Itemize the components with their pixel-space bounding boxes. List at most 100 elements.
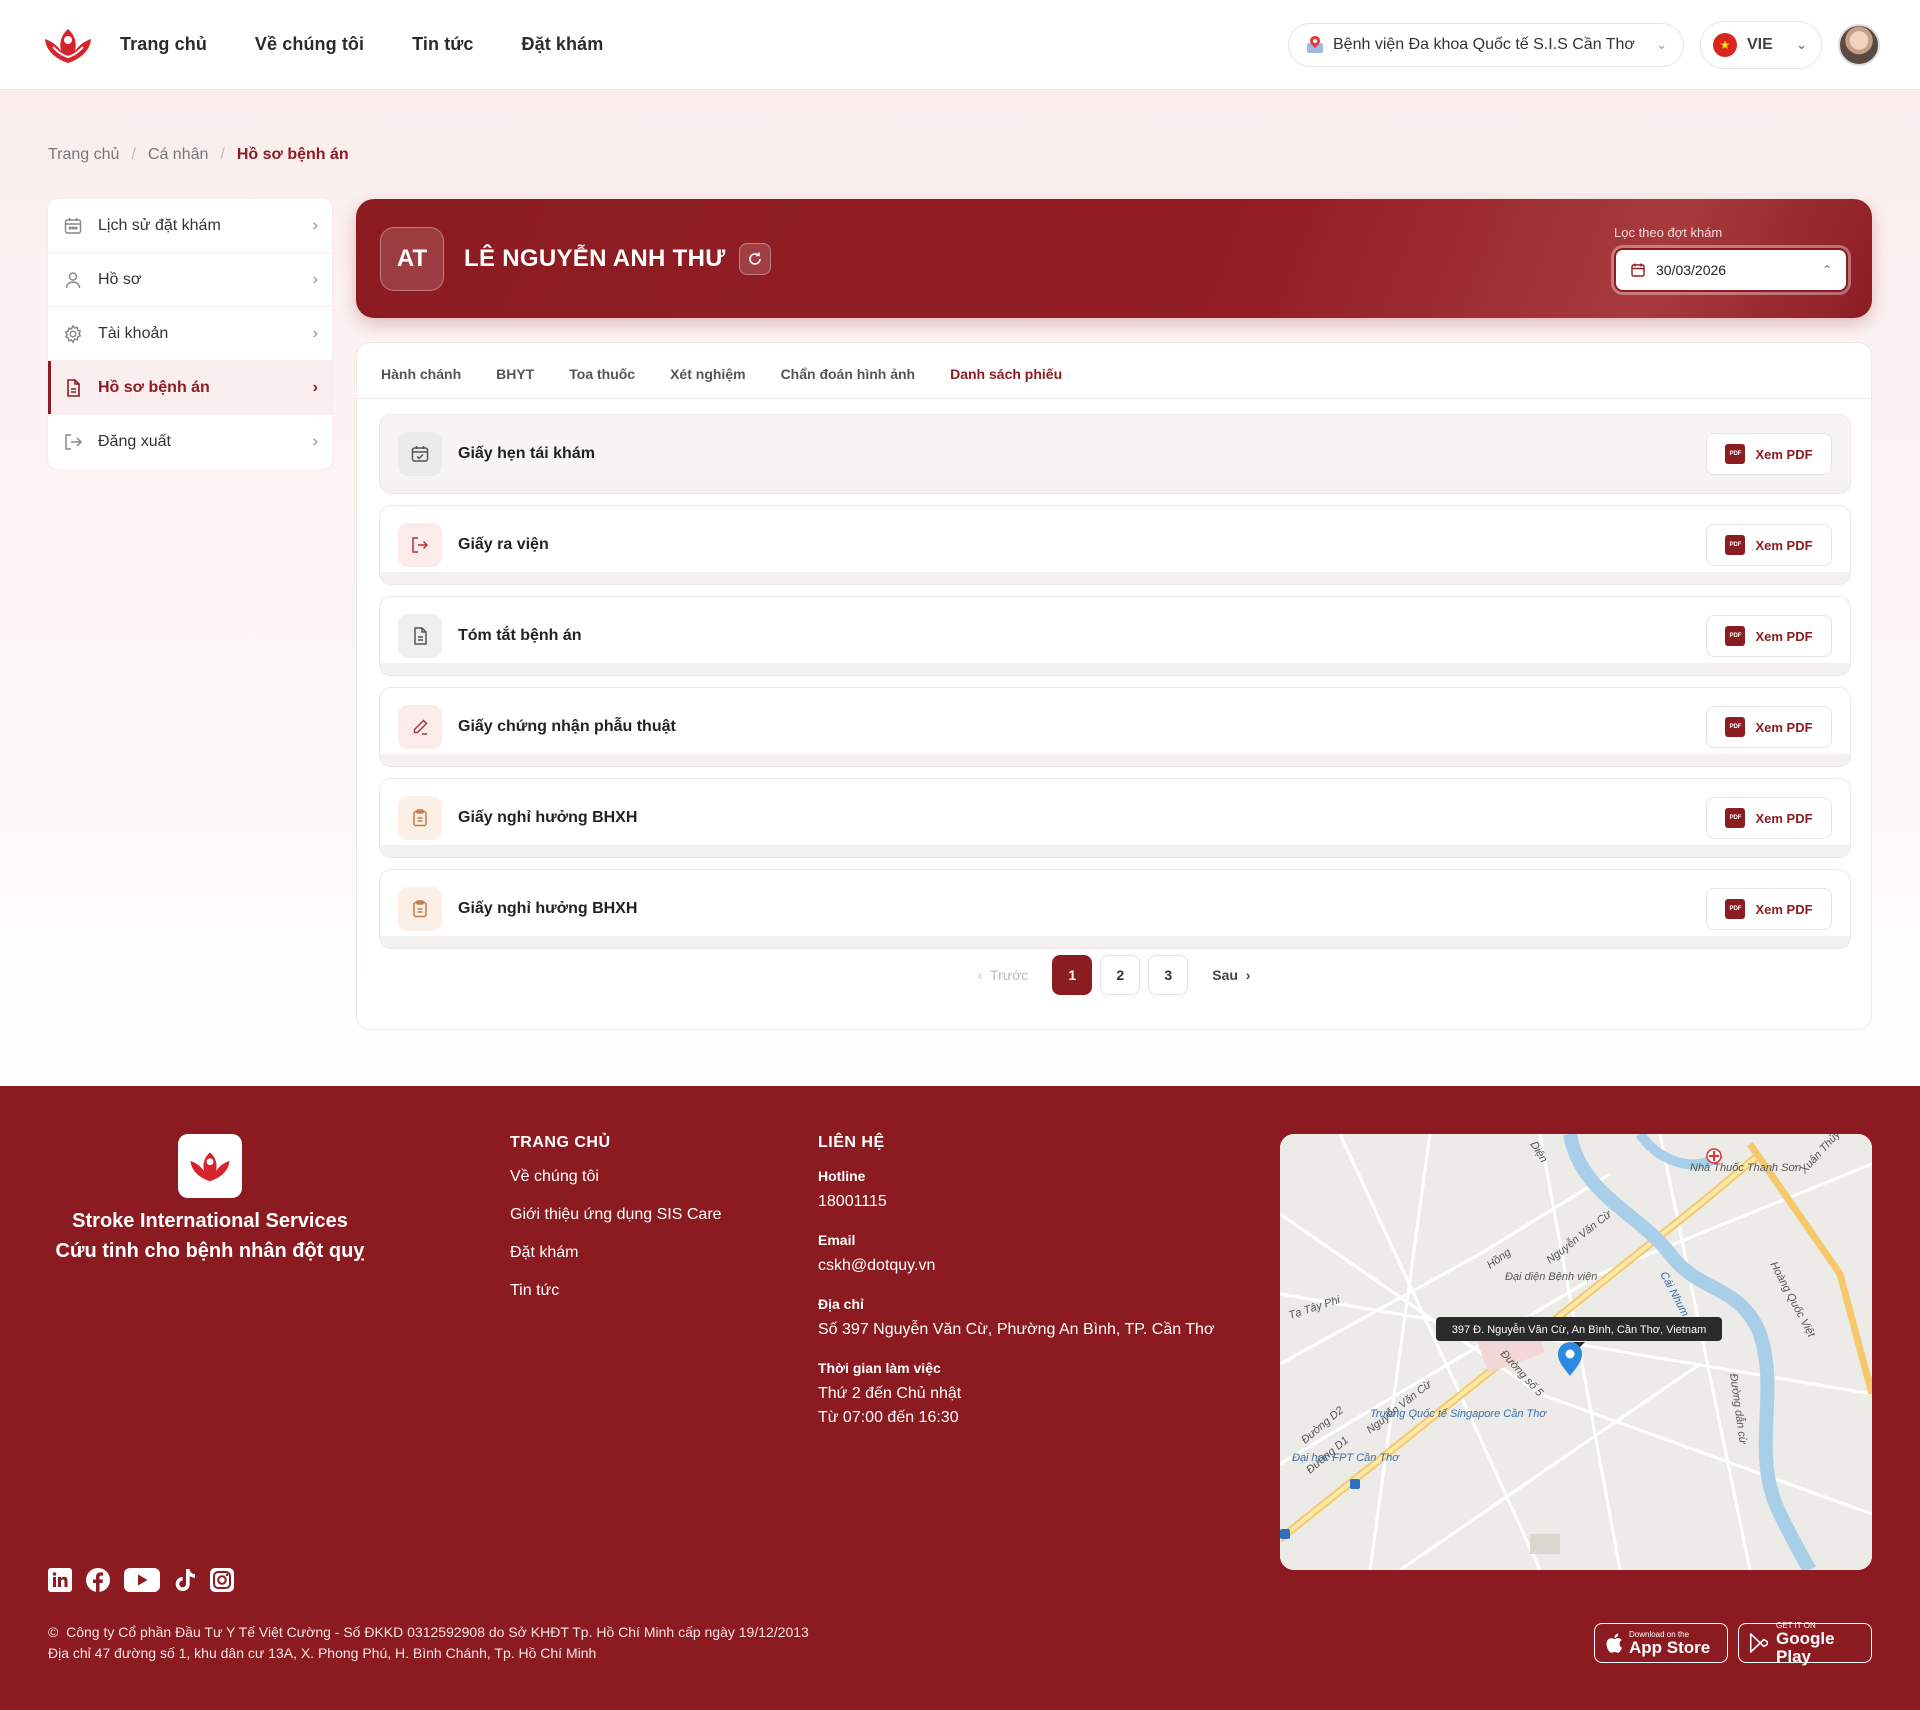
chevron-right-icon: › (312, 378, 318, 396)
sidebar-item-label: Hồ sơ (98, 270, 142, 288)
email-value[interactable]: cskh@dotquy.vn (818, 1254, 1214, 1278)
chevron-up-icon: ⌃ (1821, 263, 1832, 277)
visit-date-select[interactable]: 30/03/2026 ⌃ (1614, 248, 1848, 292)
view-pdf-button[interactable]: PDF Xem PDF (1706, 706, 1832, 748)
refresh-icon (749, 252, 762, 265)
hotline-value[interactable]: 18001115 (818, 1190, 1214, 1214)
sidebar-item-label: Đăng xuất (98, 433, 171, 450)
footer-link-booking[interactable]: Đặt khám (510, 1244, 722, 1262)
gear-icon (62, 323, 84, 345)
hours-label: Thời gian làm việc (818, 1360, 941, 1376)
vietnam-flag-icon: ★ (1713, 32, 1737, 57)
nav-news[interactable]: Tin tức (412, 34, 473, 55)
app-store-button[interactable]: Download on the App Store (1594, 1623, 1728, 1663)
facebook-icon[interactable] (86, 1568, 110, 1592)
clipboard-icon (398, 887, 442, 931)
view-pdf-button[interactable]: PDF Xem PDF (1706, 433, 1832, 475)
sidebar-item-medical-records[interactable]: Hồ sơ bệnh án › (48, 361, 332, 415)
pagination-prev[interactable]: ‹ Trước (978, 967, 1029, 983)
sidebar-item-label: Hồ sơ bệnh án (98, 378, 210, 396)
linkedin-icon[interactable] (48, 1568, 72, 1592)
document-title: Giấy ra viện (458, 536, 549, 553)
view-pdf-button[interactable]: PDF Xem PDF (1706, 797, 1832, 839)
site-footer: Stroke International Services Cứu tinh c… (0, 1086, 1920, 1710)
hours-time: Từ 07:00 đến 16:30 (818, 1409, 959, 1426)
location-map[interactable]: Nguyễn Văn Cừ Nguyễn Văn Cừ Hoàng Quốc V… (1280, 1134, 1872, 1570)
google-play-button[interactable]: GET IT ON Google Play (1738, 1621, 1872, 1665)
footer-link-app-intro[interactable]: Giới thiệu ứng dụng SIS Care (510, 1206, 722, 1224)
user-icon (62, 269, 84, 291)
patient-name: LÊ NGUYỄN ANH THƯ (464, 244, 726, 272)
hospital-pin-icon (1305, 35, 1325, 55)
document-title: Giấy nghỉ hưởng BHXH (458, 900, 638, 917)
youtube-icon[interactable] (124, 1568, 160, 1592)
document-list: Giấy hẹn tái khám PDF Xem PDF Giấy ra việ… (379, 414, 1851, 960)
user-avatar[interactable] (1838, 23, 1880, 66)
view-pdf-button[interactable]: PDF Xem PDF (1706, 524, 1832, 566)
email-label: Email (818, 1232, 856, 1248)
tab-lab-tests[interactable]: Xét nghiệm (670, 366, 745, 398)
tagline-line-1: Stroke International Services (72, 1210, 348, 1232)
records-card: Hành chánh BHYT Toa thuốc Xét nghiệm Chẩ… (356, 342, 1872, 1030)
logout-icon (62, 431, 84, 453)
sidebar-item-logout[interactable]: Đăng xuất › (48, 415, 332, 469)
tab-health-insurance[interactable]: BHYT (496, 366, 534, 398)
sidebar-item-profile[interactable]: Hồ sơ › (48, 253, 332, 307)
page-button-3[interactable]: 3 (1148, 955, 1189, 995)
chevron-right-icon: › (312, 433, 318, 450)
pagination-next-label: Sau (1212, 967, 1238, 983)
breadcrumb-personal[interactable]: Cá nhân (148, 146, 209, 164)
map-label: Đại học FPT Cần Thơ (1292, 1452, 1400, 1464)
view-pdf-button[interactable]: PDF Xem PDF (1706, 615, 1832, 657)
list-item: Tóm tắt bệnh án PDF Xem PDF (379, 596, 1851, 676)
sidebar-item-label: Tài khoản (98, 324, 169, 342)
page-button-1[interactable]: 1 (1052, 955, 1093, 995)
tab-document-list[interactable]: Danh sách phiếu (950, 366, 1062, 398)
footer-link-news[interactable]: Tin tức (510, 1282, 722, 1300)
pagination-next[interactable]: Sau › (1212, 967, 1250, 983)
language-select[interactable]: ★ VIE ⌄ (1700, 20, 1822, 69)
view-pdf-button[interactable]: PDF Xem PDF (1706, 888, 1832, 930)
sidebar-item-booking-history[interactable]: Lịch sử đặt khám › (48, 199, 332, 253)
chevron-down-icon: ⌄ (1656, 36, 1667, 52)
hospital-select[interactable]: Bệnh viện Đa khoa Quốc tế S.I.S Cần Thơ … (1288, 22, 1684, 67)
map-tooltip: 397 Đ. Nguyễn Văn Cừ, An Bình, Cần Thơ, … (1452, 1323, 1706, 1336)
page-button-2[interactable]: 2 (1100, 955, 1141, 995)
map-label: Nhà Thuốc Thanh Sơn (1690, 1162, 1801, 1174)
logo-icon[interactable] (40, 23, 96, 67)
tab-administrative[interactable]: Hành chánh (381, 366, 461, 398)
nav-about[interactable]: Về chúng tôi (255, 34, 364, 55)
sidebar-item-account[interactable]: Tài khoản › (48, 307, 332, 361)
footer-tagline: Stroke International Services Cứu tinh c… (48, 1206, 372, 1266)
google-play-icon (1749, 1633, 1769, 1653)
breadcrumb-home[interactable]: Trang chủ (48, 146, 119, 164)
patient-initials-avatar: AT (380, 226, 444, 291)
list-item: Giấy ra viện PDF Xem PDF (379, 505, 1851, 585)
chevron-right-icon: › (312, 216, 318, 234)
pagination-prev-label: Trước (990, 967, 1029, 983)
language-code: VIE (1747, 35, 1773, 53)
file-text-icon (398, 614, 442, 658)
apple-icon (1606, 1633, 1622, 1653)
footer-logo-icon[interactable] (178, 1134, 242, 1198)
instagram-icon[interactable] (210, 1568, 234, 1592)
nav-booking[interactable]: Đặt khám (522, 34, 604, 55)
chevron-right-icon: › (312, 324, 318, 342)
pdf-icon: PDF (1725, 808, 1746, 828)
tab-imaging[interactable]: Chẩn đoán hình ảnh (781, 366, 916, 398)
app-store-big-text: App Store (1629, 1637, 1711, 1657)
tab-prescription[interactable]: Toa thuốc (569, 366, 635, 398)
footer-link-about[interactable]: Về chúng tôi (510, 1168, 722, 1186)
breadcrumb: Trang chủ / Cá nhân / Hồ sơ bệnh án (48, 146, 349, 164)
document-title: Giấy nghỉ hưởng BHXH (458, 809, 638, 826)
patient-banner: AT LÊ NGUYỄN ANH THƯ Lọc theo đợt khám 3… (356, 199, 1872, 318)
nav-home[interactable]: Trang chủ (120, 34, 207, 55)
refresh-button[interactable] (739, 242, 772, 275)
address-value: Số 397 Nguyễn Văn Cừ, Phường An Bình, TP… (818, 1321, 1215, 1338)
tiktok-icon[interactable] (174, 1568, 196, 1592)
copyright-line-2: Địa chỉ 47 đường số 1, khu dân cư 13A, X… (48, 1645, 597, 1661)
map-label: Đại diện Bệnh viện (1505, 1271, 1597, 1283)
list-item: Giấy hẹn tái khám PDF Xem PDF (379, 414, 1851, 494)
visit-date-value: 30/03/2026 (1656, 262, 1727, 278)
list-item: Giấy nghỉ hưởng BHXH PDF Xem PDF (379, 869, 1851, 949)
